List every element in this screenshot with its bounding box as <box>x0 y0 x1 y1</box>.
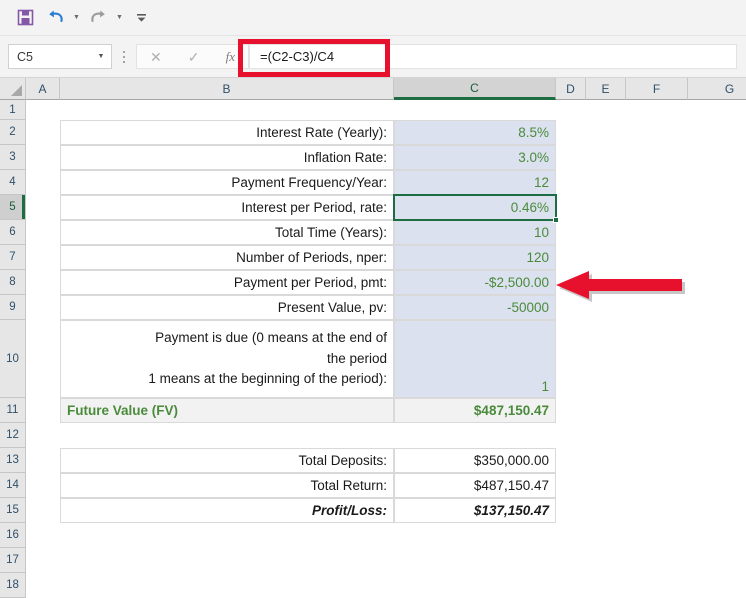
table-row: Total Deposits: $350,000.00 <box>60 448 556 473</box>
customize-icon <box>136 14 146 22</box>
row-header-14[interactable]: 14 <box>0 473 26 498</box>
table-row: Future Value (FV) $487,150.47 <box>60 398 556 423</box>
cell-B5[interactable]: Interest per Period, rate: <box>60 195 394 220</box>
cell-C5[interactable]: 0.46% <box>394 195 556 220</box>
column-headers: ABCDEFG <box>26 78 746 100</box>
cell-C2[interactable]: 8.5% <box>394 120 556 145</box>
row-header-1[interactable]: 1 <box>0 100 26 120</box>
redo-dropdown[interactable]: ▼ <box>113 4 126 32</box>
column-header-f[interactable]: F <box>626 78 688 100</box>
name-box-value: C5 <box>17 49 33 64</box>
table-row: Payment per Period, pmt: -$2,500.00 <box>60 270 556 295</box>
column-header-d[interactable]: D <box>556 78 586 100</box>
formula-input[interactable]: =(C2-C3)/C4 <box>250 45 736 68</box>
undo-dropdown[interactable]: ▼ <box>70 4 83 32</box>
redo-button[interactable] <box>83 4 113 32</box>
column-header-c[interactable]: C <box>394 78 556 100</box>
save-icon <box>17 9 33 26</box>
spreadsheet-grid: ABCDEFG 1 2 3 4 5 6 7 8 9 10 11 12 13 14 15 16 17 18 Inte… <box>0 78 746 598</box>
customize-toolbar-button[interactable] <box>126 4 156 32</box>
cell-C13[interactable]: $350,000.00 <box>394 448 556 473</box>
cell-B10-line3: 1 means at the beginning of the period): <box>148 371 387 387</box>
cell-C8[interactable]: -$2,500.00 <box>394 270 556 295</box>
row-header-7[interactable]: 7 <box>0 245 26 270</box>
row-header-9[interactable]: 9 <box>0 295 26 320</box>
column-header-b[interactable]: B <box>60 78 394 100</box>
row-header-3[interactable]: 3 <box>0 145 26 170</box>
column-header-e[interactable]: E <box>586 78 626 100</box>
undo-icon <box>48 10 63 23</box>
undo-button[interactable] <box>40 4 70 32</box>
cell-B13[interactable]: Total Deposits: <box>60 448 394 473</box>
cell-B10-line2: the period <box>326 350 387 366</box>
table-row: Profit/Loss: $137,150.47 <box>60 498 556 523</box>
table-row: Payment Frequency/Year: 12 <box>60 170 556 195</box>
cell-B3[interactable]: Inflation Rate: <box>60 145 394 170</box>
formula-bar-grip <box>120 48 128 66</box>
redo-icon <box>90 10 105 23</box>
cell-B15[interactable]: Profit/Loss: <box>60 498 394 523</box>
row-header-4[interactable]: 4 <box>0 170 26 195</box>
row-header-5[interactable]: 5 <box>0 195 26 220</box>
save-button[interactable] <box>10 4 40 32</box>
select-all-icon <box>11 85 22 96</box>
row-header-10[interactable]: 10 <box>0 320 26 398</box>
row-header-12[interactable]: 12 <box>0 423 26 448</box>
cancel-icon[interactable]: ✕ <box>150 50 162 64</box>
row-header-15[interactable]: 15 <box>0 498 26 523</box>
cell-C3[interactable]: 3.0% <box>394 145 556 170</box>
cell-B6[interactable]: Total Time (Years): <box>60 220 394 245</box>
row-headers: 1 2 3 4 5 6 7 8 9 10 11 12 13 14 15 16 17 18 <box>0 100 26 598</box>
cell-C15[interactable]: $137,150.47 <box>394 498 556 523</box>
cell-B9[interactable]: Present Value, pv: <box>60 295 394 320</box>
cell-B4[interactable]: Payment Frequency/Year: <box>60 170 394 195</box>
cell-B7[interactable]: Number of Periods, nper: <box>60 245 394 270</box>
row-header-11[interactable]: 11 <box>0 398 26 423</box>
row-header-16[interactable]: 16 <box>0 523 26 548</box>
cell-B8[interactable]: Payment per Period, pmt: <box>60 270 394 295</box>
insert-function-icon[interactable]: fx <box>226 49 235 65</box>
row-header-8[interactable]: 8 <box>0 270 26 295</box>
row-header-18[interactable]: 18 <box>0 573 26 598</box>
cell-C9[interactable]: -50000 <box>394 295 556 320</box>
table-row: Total Return: $487,150.47 <box>60 473 556 498</box>
table-row: Payment is due (0 means at the end of the… <box>60 320 556 398</box>
cell-C14[interactable]: $487,150.47 <box>394 473 556 498</box>
cell-B10-line1: Payment is due (0 means at the end of <box>155 330 387 346</box>
cell-B11[interactable]: Future Value (FV) <box>60 398 394 423</box>
cell-C11[interactable]: $487,150.47 <box>394 398 556 423</box>
formula-bar-strip: C5 ▼ ✕ ✓ fx =(C2-C3)/C4 <box>0 36 746 78</box>
column-header-a[interactable]: A <box>26 78 60 100</box>
cell-B14[interactable]: Total Return: <box>60 473 394 498</box>
red-arrow-annotation <box>556 271 685 302</box>
formula-input-wrapper[interactable]: =(C2-C3)/C4 <box>249 44 737 69</box>
table-row: Total Time (Years): 10 <box>60 220 556 245</box>
cell-C4[interactable]: 12 <box>394 170 556 195</box>
select-all-button[interactable] <box>0 78 26 100</box>
enter-icon[interactable]: ✓ <box>188 50 200 64</box>
table-row: Inflation Rate: 3.0% <box>60 145 556 170</box>
quick-access-toolbar: ▼ ▼ <box>0 0 746 36</box>
table-row: Interest per Period, rate: 0.46% <box>60 195 556 220</box>
column-header-g[interactable]: G <box>688 78 746 100</box>
cell-B10[interactable]: Payment is due (0 means at the end of the… <box>60 320 394 398</box>
cell-C7[interactable]: 120 <box>394 245 556 270</box>
cell-C6[interactable]: 10 <box>394 220 556 245</box>
cell-C10[interactable]: 1 <box>394 320 556 398</box>
formula-action-icons: ✕ ✓ fx <box>136 44 249 69</box>
row-header-13[interactable]: 13 <box>0 448 26 473</box>
row-header-6[interactable]: 6 <box>0 220 26 245</box>
chevron-down-icon[interactable]: ▼ <box>91 53 111 60</box>
cell-B2[interactable]: Interest Rate (Yearly): <box>60 120 394 145</box>
row-header-2[interactable]: 2 <box>0 120 26 145</box>
row-header-17[interactable]: 17 <box>0 548 26 573</box>
table-row: Present Value, pv: -50000 <box>60 295 556 320</box>
table-row: Number of Periods, nper: 120 <box>60 245 556 270</box>
table-row: Interest Rate (Yearly): 8.5% <box>60 120 556 145</box>
name-box[interactable]: C5 ▼ <box>8 44 112 69</box>
